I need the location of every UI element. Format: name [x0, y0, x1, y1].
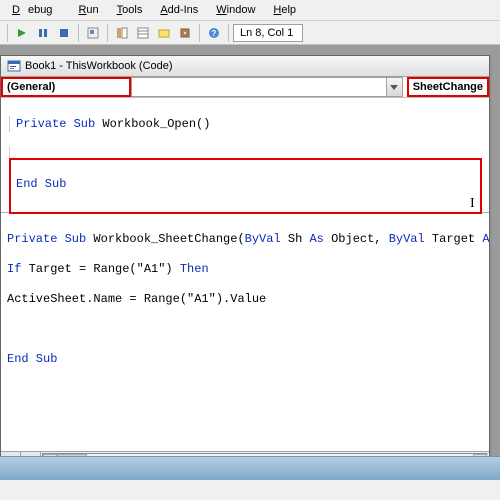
object-browser-button[interactable]: [154, 23, 174, 43]
design-mode-button[interactable]: [83, 23, 103, 43]
code-text: Workbook_Open(): [95, 117, 210, 131]
procedure-dropdown-text: SheetChange: [409, 79, 487, 95]
code-text: Workbook_SheetChange(: [86, 232, 244, 246]
reset-button[interactable]: [54, 23, 74, 43]
menu-debug[interactable]: Debug: [4, 2, 68, 18]
code-kw: End Sub: [7, 352, 57, 366]
menu-addins[interactable]: Add-Ins: [152, 2, 206, 18]
break-button[interactable]: [33, 23, 53, 43]
text-cursor-icon: I: [470, 196, 475, 212]
chevron-down-icon[interactable]: [386, 78, 402, 96]
dropdown-row: (General) SheetChange: [1, 77, 489, 98]
code-kw: ByVal: [245, 232, 281, 246]
menu-run[interactable]: Run: [70, 2, 106, 18]
status-strip: [0, 456, 500, 480]
properties-button[interactable]: [133, 23, 153, 43]
run-macro-button[interactable]: [12, 23, 32, 43]
toolbar: ? Ln 8, Col 1: [0, 21, 500, 45]
code-kw: As: [482, 232, 489, 246]
mdi-area: Book1 - ThisWorkbook (Code) (General) Sh…: [0, 45, 500, 480]
code-kw: Private Sub: [7, 232, 86, 246]
window-title: Book1 - ThisWorkbook (Code): [25, 60, 173, 72]
toolbox-button[interactable]: [175, 23, 195, 43]
procedure-dropdown[interactable]: SheetChange: [407, 77, 489, 97]
menu-window[interactable]: Window: [208, 2, 263, 18]
code-window: Book1 - ThisWorkbook (Code) (General) Sh…: [0, 55, 490, 470]
window-titlebar[interactable]: Book1 - ThisWorkbook (Code): [1, 56, 489, 77]
code-text: ActiveSheet.Name = Range("A1").Value: [7, 292, 266, 306]
code-text: Target: [425, 232, 483, 246]
menu-help[interactable]: Help: [265, 2, 304, 18]
code-editor[interactable]: Private Sub Workbook_Open() End Sub Priv…: [1, 98, 489, 443]
code-text: Sh: [281, 232, 310, 246]
object-dropdown-text: (General): [3, 79, 129, 95]
code-text: Target = Range("A1"): [21, 262, 179, 276]
object-dropdown-ext[interactable]: [131, 77, 403, 97]
position-indicator: Ln 8, Col 1: [233, 24, 303, 42]
code-kw: End Sub: [16, 177, 66, 191]
help-button[interactable]: ?: [204, 23, 224, 43]
menu-tools[interactable]: Tools: [109, 2, 151, 18]
vba-module-icon: [7, 59, 21, 73]
svg-text:?: ?: [212, 29, 217, 38]
code-text: Object,: [324, 232, 389, 246]
code-kw: If: [7, 262, 21, 276]
code-kw: Then: [180, 262, 209, 276]
code-kw: As: [309, 232, 323, 246]
object-dropdown[interactable]: (General): [1, 77, 131, 97]
menu-bar: Debug Run Tools Add-Ins Window Help: [0, 0, 500, 21]
code-kw: Private Sub: [16, 117, 95, 131]
project-explorer-button[interactable]: [112, 23, 132, 43]
code-kw: ByVal: [389, 232, 425, 246]
